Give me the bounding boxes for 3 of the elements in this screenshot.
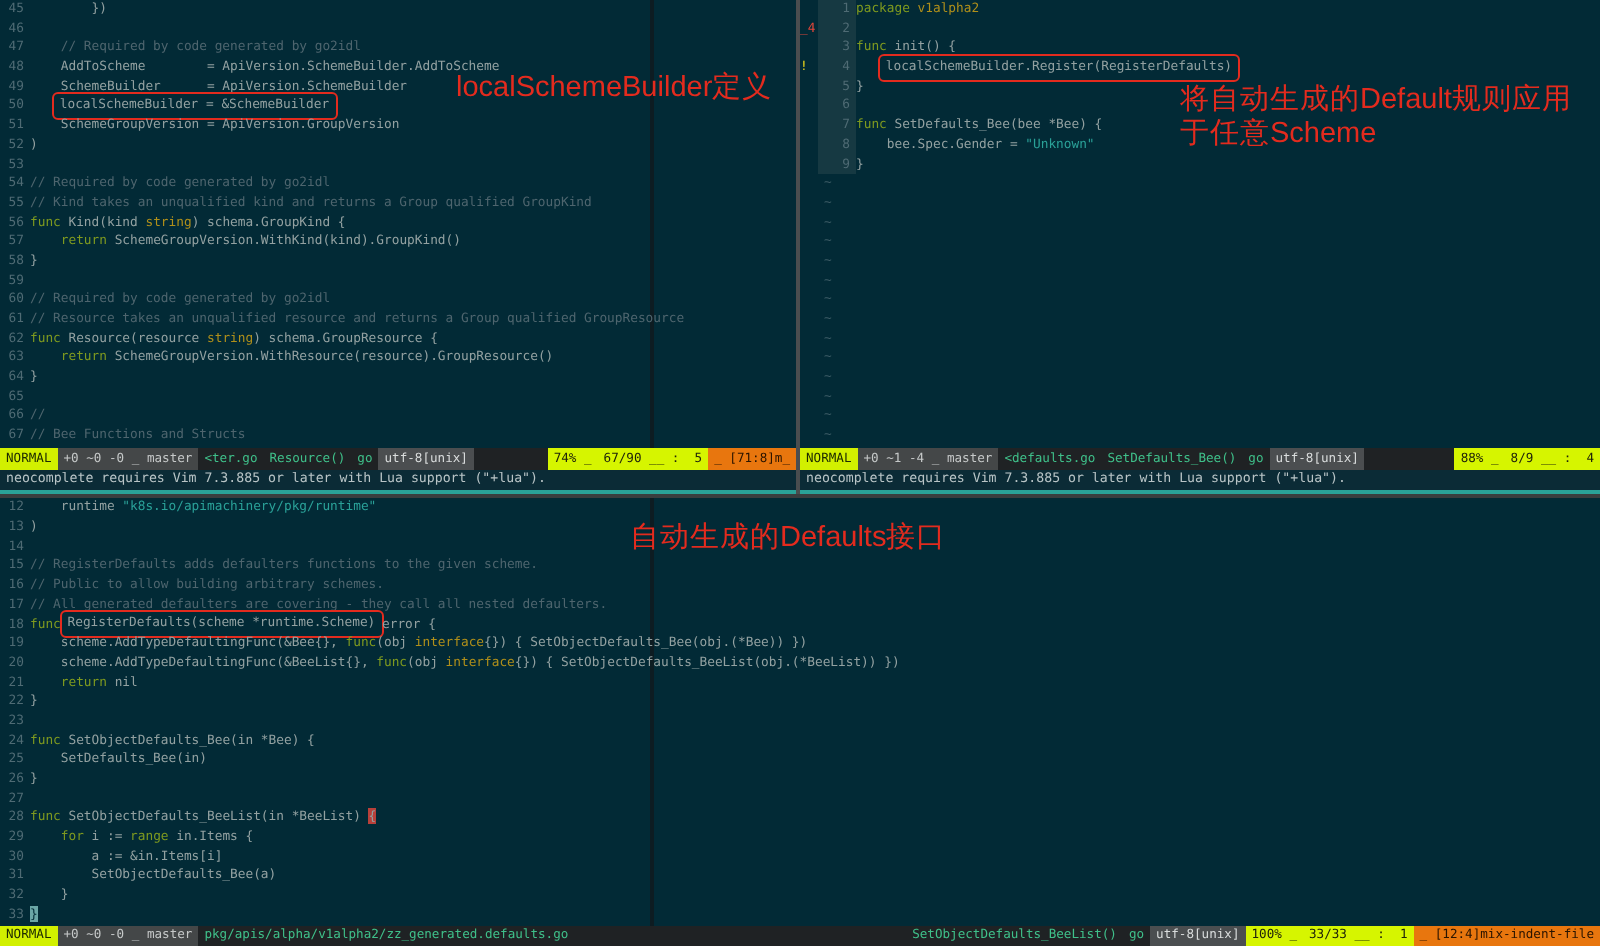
annotation-text: 自动生成的Defaults接口 [630, 522, 947, 557]
annotation-text: localSchemeBuilder定义 [456, 72, 773, 106]
annotation-text: 将自动生成的Default规则应用 于任意Scheme [1180, 84, 1572, 152]
